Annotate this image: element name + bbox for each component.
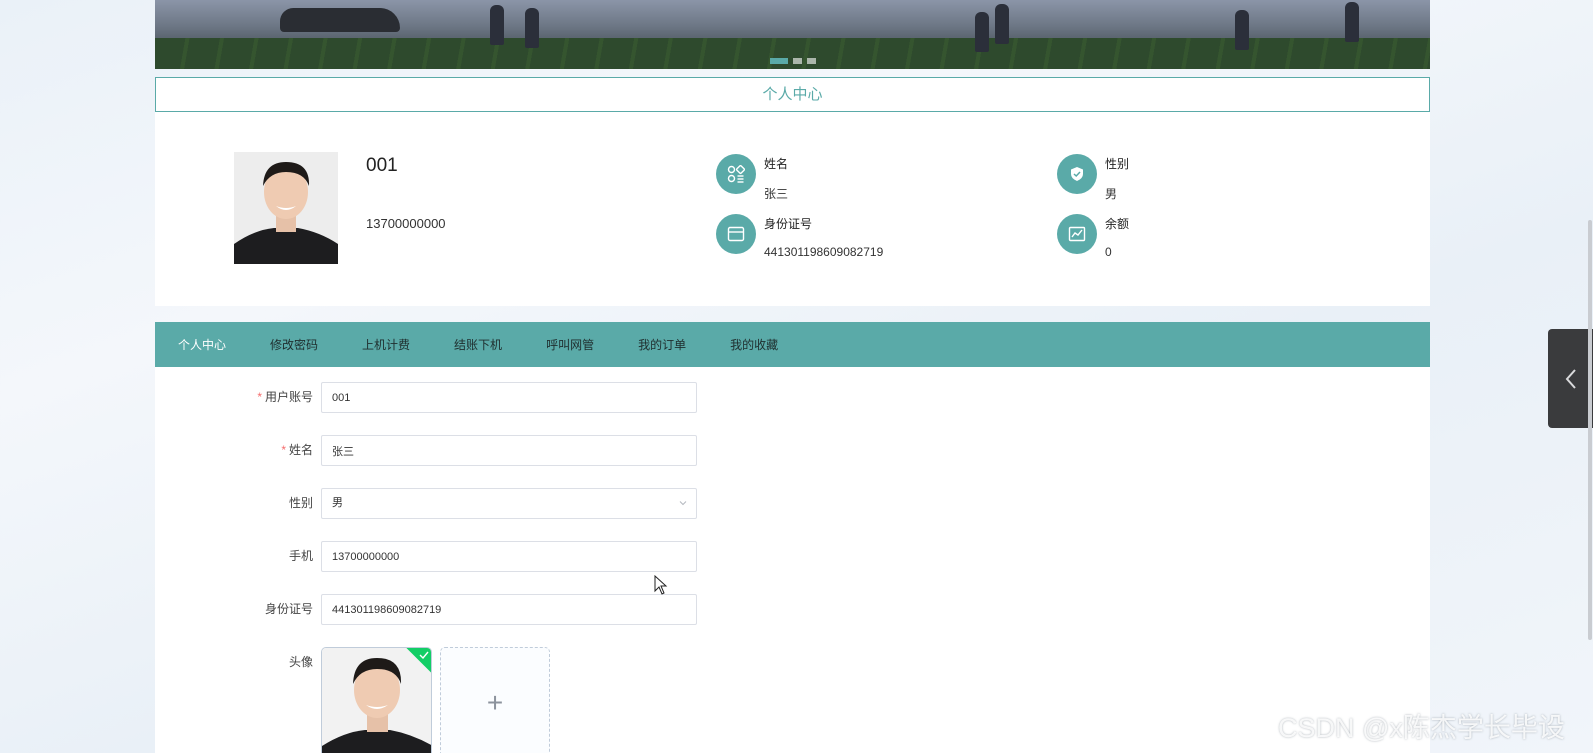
section-title: 个人中心 — [155, 77, 1430, 112]
carousel-dots — [770, 58, 816, 64]
account-label-text: 用户账号 — [264, 390, 313, 404]
page-container: 个人中心 001 13700000000 姓名 张三 性别 男 身份证号 441… — [155, 0, 1430, 753]
profile-username: 001 — [366, 155, 398, 176]
tab-change-password[interactable]: 修改密码 — [270, 336, 318, 353]
account-label: * 用户账号 — [257, 382, 313, 413]
info-idcard-label: 身份证号 — [764, 217, 813, 231]
idcard-input[interactable] — [321, 594, 697, 625]
form-row-name: * 姓名 — [155, 435, 855, 466]
chevron-left-icon — [1565, 368, 1576, 389]
plus-icon: + — [486, 687, 504, 718]
avatar-thumbnail — [322, 648, 431, 753]
banner-carousel[interactable] — [155, 0, 1430, 69]
chevron-down-icon — [679, 501, 687, 506]
info-balance-value: 0 — [1105, 245, 1112, 259]
tab-billing[interactable]: 上机计费 — [362, 336, 410, 353]
banner-image-person — [490, 5, 504, 45]
form-row-idcard: 身份证号 — [155, 594, 855, 625]
card-icon — [716, 214, 756, 254]
shield-check-icon — [1057, 154, 1097, 194]
grid-apps-icon — [716, 154, 756, 194]
profile-tab-bar: 个人中心 修改密码 上机计费 结账下机 呼叫网管 我的订单 我的收藏 — [155, 322, 1430, 367]
mouse-cursor-icon — [654, 575, 668, 595]
info-gender-value: 男 — [1105, 187, 1118, 201]
form-row-account: * 用户账号 — [155, 382, 855, 413]
name-label: * 姓名 — [281, 435, 313, 466]
tab-my-orders[interactable]: 我的订单 — [638, 336, 686, 353]
required-mark: * — [281, 443, 286, 457]
form-row-phone: 手机 — [155, 541, 855, 572]
chart-icon — [1057, 214, 1097, 254]
check-icon — [419, 651, 429, 659]
avatar-upload-preview[interactable] — [321, 647, 432, 753]
avatar-upload-button[interactable]: + — [440, 647, 550, 753]
side-panel-toggle[interactable] — [1548, 329, 1593, 428]
idcard-label: 身份证号 — [264, 602, 313, 616]
info-balance-label: 余额 — [1105, 217, 1130, 231]
name-input[interactable] — [321, 435, 697, 466]
banner-image-person — [1235, 10, 1249, 50]
watermark: CSDN @x陈杰学长毕设 — [1278, 713, 1565, 743]
avatar-label: 头像 — [288, 655, 313, 669]
banner-image-car — [280, 8, 400, 32]
carousel-dot[interactable] — [770, 58, 788, 64]
banner-image-person — [1345, 2, 1359, 42]
tab-my-favorites[interactable]: 我的收藏 — [730, 336, 778, 353]
profile-card: 001 13700000000 姓名 张三 性别 男 身份证号 44130119… — [155, 112, 1430, 306]
required-mark: * — [257, 390, 262, 404]
form-row-avatar: 头像 + — [155, 647, 855, 753]
profile-phone: 13700000000 — [366, 216, 446, 231]
carousel-dot[interactable] — [807, 58, 816, 64]
info-idcard-value: 441301198609082719 — [764, 245, 884, 259]
info-name-label: 姓名 — [764, 157, 789, 171]
gender-select[interactable]: 男 — [321, 488, 697, 519]
form-row-gender: 性别 男 — [155, 488, 855, 519]
info-gender-label: 性别 — [1105, 157, 1130, 171]
scrollbar[interactable] — [1588, 220, 1592, 640]
banner-image-person — [995, 4, 1009, 44]
account-input[interactable] — [321, 382, 697, 413]
gender-select-value: 男 — [332, 497, 343, 509]
banner-image-person — [525, 8, 539, 48]
gender-label: 性别 — [288, 496, 313, 510]
info-name-value: 张三 — [764, 187, 789, 201]
phone-label: 手机 — [288, 549, 313, 563]
phone-input[interactable] — [321, 541, 697, 572]
tab-call-admin[interactable]: 呼叫网管 — [546, 336, 594, 353]
banner-image-person — [975, 12, 989, 52]
carousel-dot[interactable] — [793, 58, 802, 64]
tab-personal-center[interactable]: 个人中心 — [178, 336, 226, 353]
avatar — [234, 152, 338, 264]
tab-checkout[interactable]: 结账下机 — [454, 336, 502, 353]
profile-form: *用户账号 *姓名 性别 男 手机 身份证号 头像 — [155, 367, 1430, 753]
name-label-text: 姓名 — [288, 443, 313, 457]
